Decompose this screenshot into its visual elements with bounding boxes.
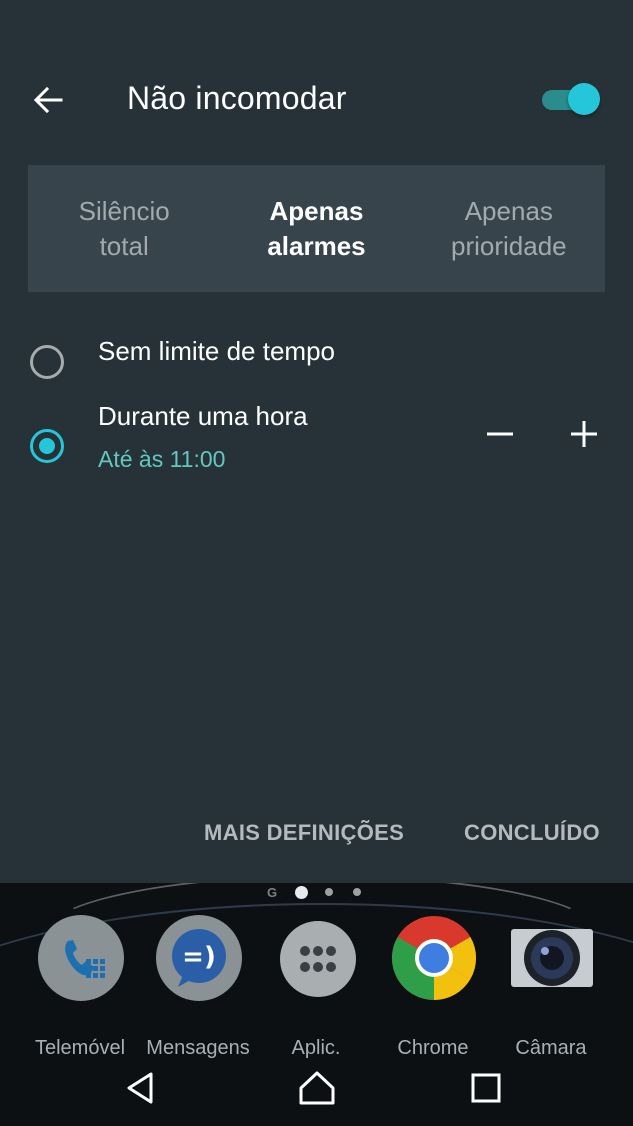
option-label: Sem limite de tempo xyxy=(98,336,335,366)
more-settings-button[interactable]: MAIS DEFINIÇÕES xyxy=(204,805,404,861)
done-button[interactable]: CONCLUÍDO xyxy=(464,805,600,861)
decrease-time-button[interactable] xyxy=(478,412,522,456)
app-messages[interactable]: =) Mensagens xyxy=(140,913,256,1059)
tab-label: Apenas prioridade xyxy=(451,195,567,261)
camera-icon xyxy=(509,915,595,1001)
app-apps-drawer[interactable]: Aplic. xyxy=(258,913,374,1059)
increase-time-button[interactable] xyxy=(562,412,606,456)
page-title: Não incomodar xyxy=(127,80,347,116)
google-page-indicator: G xyxy=(267,885,278,900)
plus-icon xyxy=(571,421,597,447)
svg-text:=): =) xyxy=(182,942,216,972)
tab-label: Silêncio total xyxy=(78,195,170,261)
radio-one-hour[interactable] xyxy=(30,429,64,463)
radio-dot xyxy=(39,438,55,454)
app-chrome[interactable]: Chrome xyxy=(375,913,491,1059)
do-not-disturb-panel: Não incomodar Silêncio total Apenas alar… xyxy=(0,0,633,883)
option-sublabel: Até às 11:00 xyxy=(98,446,226,472)
home-icon xyxy=(299,1071,335,1105)
nav-home-button[interactable] xyxy=(289,1060,345,1116)
tab-label: Apenas alarmes xyxy=(267,195,366,261)
page-dot xyxy=(325,888,333,896)
apps-grid-icon xyxy=(280,921,356,997)
chrome-icon xyxy=(391,915,477,1001)
app-camera[interactable]: Câmara xyxy=(493,913,609,1059)
nav-recents-button[interactable] xyxy=(458,1060,514,1116)
radio-no-time-limit[interactable] xyxy=(30,345,64,379)
back-button[interactable] xyxy=(26,78,70,122)
page-indicator: G xyxy=(0,885,633,900)
navigation-bar xyxy=(0,1046,633,1126)
tab-total-silence[interactable]: Silêncio total xyxy=(28,165,220,292)
dnd-toggle[interactable] xyxy=(540,82,600,116)
back-triangle-icon xyxy=(127,1072,153,1104)
tab-priority-only[interactable]: Apenas prioridade xyxy=(413,165,605,292)
page-dot-active xyxy=(295,886,308,899)
recents-icon xyxy=(471,1073,501,1103)
minus-icon xyxy=(487,432,513,436)
toggle-thumb xyxy=(568,83,600,115)
option-one-hour[interactable]: Durante uma hora Até às 11:00 xyxy=(0,395,633,485)
app-phone[interactable]: Telemóvel xyxy=(22,913,138,1059)
messages-icon: =) xyxy=(156,915,242,1001)
option-no-time-limit[interactable]: Sem limite de tempo xyxy=(0,325,633,395)
arrow-left-icon xyxy=(33,86,63,114)
page-dot xyxy=(353,888,361,896)
phone-icon xyxy=(38,915,124,1001)
mode-tabs: Silêncio total Apenas alarmes Apenas pri… xyxy=(28,165,605,292)
option-label: Durante uma hora xyxy=(98,401,308,431)
nav-back-button[interactable] xyxy=(113,1060,169,1116)
tab-alarms-only[interactable]: Apenas alarmes xyxy=(220,165,412,292)
header: Não incomodar xyxy=(0,0,633,165)
